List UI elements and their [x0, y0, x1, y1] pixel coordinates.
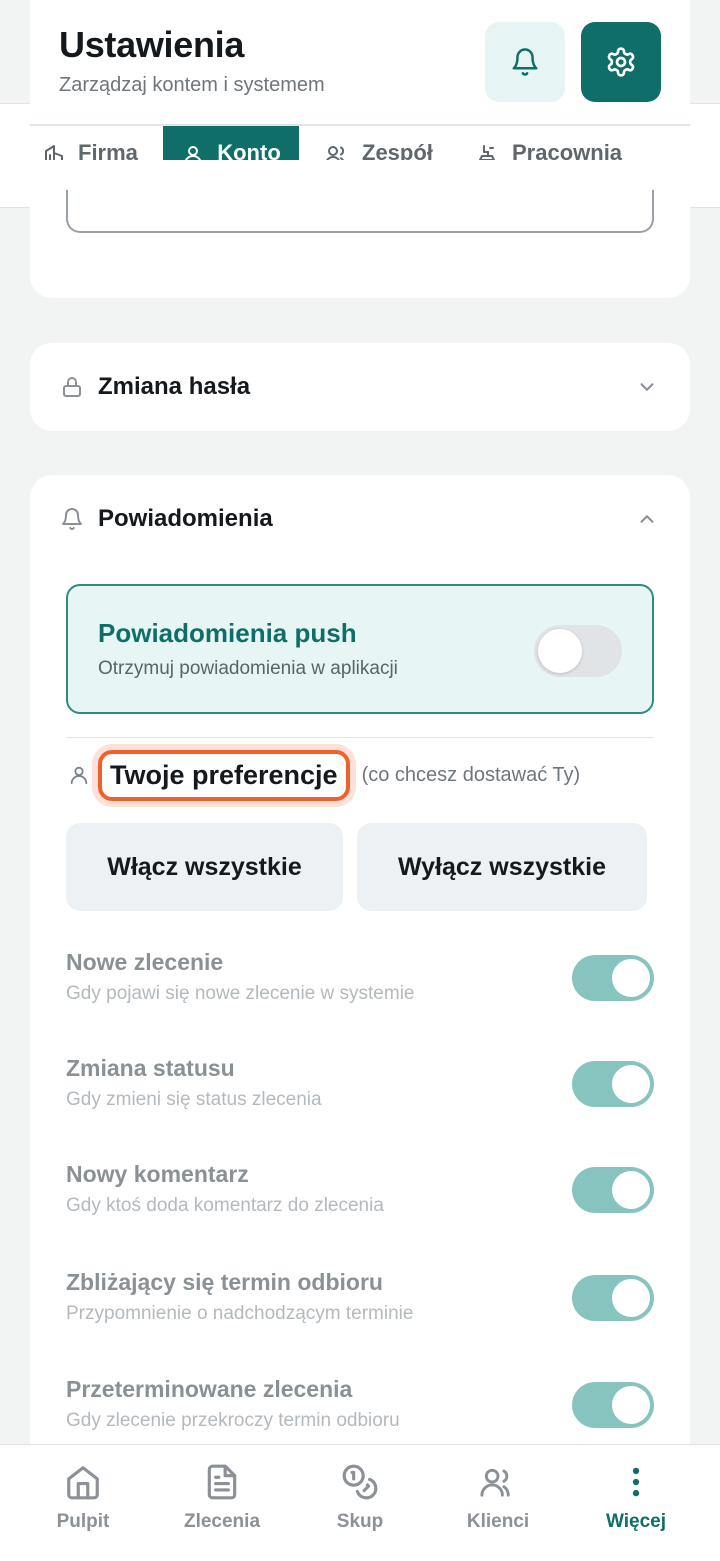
option-toggle[interactable]: [572, 1061, 654, 1107]
preferences-heading: Twoje preferencje (co chcesz dostawać Ty…: [68, 747, 580, 803]
chevron-up-icon[interactable]: [636, 508, 658, 530]
option-title: Nowy komentarz: [66, 1161, 249, 1187]
bell-icon: [512, 48, 538, 76]
nav-pulpit[interactable]: Pulpit: [14, 1445, 152, 1561]
notification-option: Przeterminowane zlecenia Gdy zlecenie pr…: [66, 1376, 654, 1446]
nav-wiecej[interactable]: Więcej: [567, 1445, 705, 1561]
notification-option: Nowe zlecenie Gdy pojawi się nowe zlecen…: [66, 949, 654, 1019]
enable-all-button[interactable]: Włącz wszystkie: [66, 823, 343, 911]
option-description: Gdy zmieni się status zlecenia: [66, 1089, 322, 1110]
page-header: Ustawienia Zarządzaj kontem i systemem: [30, 0, 690, 126]
divider: [66, 737, 654, 738]
notifications-section-header[interactable]: Powiadomienia: [60, 505, 273, 533]
push-notifications-box: Powiadomienia push Otrzymuj powiadomieni…: [66, 584, 654, 714]
notification-option: Zbliżający się termin odbioru Przypomnie…: [66, 1269, 654, 1339]
notifications-section-title: Powiadomienia: [98, 505, 273, 532]
option-toggle[interactable]: [572, 955, 654, 1001]
option-title: Zmiana statusu: [66, 1055, 235, 1081]
push-toggle[interactable]: [534, 625, 622, 677]
more-vertical-icon: [632, 1467, 640, 1497]
nav-skup[interactable]: Skup: [291, 1445, 429, 1561]
bottom-navigation: Pulpit Zlecenia Skup Klienci Więcej: [0, 1444, 720, 1561]
preferences-title: Twoje preferencje: [98, 749, 350, 801]
option-title: Zbliżający się termin odbioru: [66, 1269, 383, 1295]
account-input-field[interactable]: [66, 190, 654, 233]
lock-icon: [63, 377, 81, 397]
document-icon: [207, 1464, 237, 1500]
notifications-button[interactable]: [485, 22, 565, 102]
preferences-note: (co chcesz dostawać Ty): [361, 763, 581, 786]
settings-button[interactable]: [581, 22, 661, 102]
option-title: Przeterminowane zlecenia: [66, 1376, 353, 1402]
account-details-card: [30, 160, 690, 298]
coins-icon: [342, 1464, 378, 1500]
password-section-header: Zmiana hasła: [60, 373, 250, 401]
gear-icon: [607, 47, 635, 77]
push-title: Powiadomienia push: [98, 618, 357, 648]
disable-all-button[interactable]: Wyłącz wszystkie: [357, 823, 647, 911]
nav-zlecenia[interactable]: Zlecenia: [153, 1445, 291, 1561]
notification-option: Zmiana statusu Gdy zmieni się status zle…: [66, 1055, 654, 1125]
nav-label: Więcej: [605, 1511, 667, 1532]
nav-label: Skup: [336, 1511, 384, 1532]
page-title: Ustawienia: [59, 24, 245, 65]
users-icon: [480, 1468, 510, 1497]
page-subtitle: Zarządzaj kontem i systemem: [59, 74, 325, 96]
bell-icon: [62, 508, 82, 530]
nav-klienci[interactable]: Klienci: [429, 1445, 567, 1561]
user-icon: [70, 766, 88, 785]
password-section[interactable]: Zmiana hasła: [30, 343, 690, 431]
option-description: Gdy pojawi się nowe zlecenie w systemie: [66, 983, 415, 1004]
home-icon: [67, 1466, 99, 1500]
option-description: Gdy ktoś doda komentarz do zlecenia: [66, 1195, 384, 1216]
nav-label: Zlecenia: [183, 1511, 261, 1532]
option-description: Przypomnienie o nadchodzącym terminie: [66, 1303, 414, 1324]
push-subtitle: Otrzymuj powiadomienia w aplikacji: [98, 658, 398, 679]
option-toggle[interactable]: [572, 1275, 654, 1321]
notifications-section: Powiadomienia Powiadomienia push Otrzymu…: [30, 475, 690, 1475]
nav-label: Pulpit: [56, 1511, 110, 1532]
password-section-title: Zmiana hasła: [98, 373, 251, 400]
chevron-down-icon[interactable]: [636, 376, 658, 398]
option-toggle[interactable]: [572, 1167, 654, 1213]
option-description: Gdy zlecenie przekroczy termin odbioru: [66, 1410, 400, 1431]
nav-label: Klienci: [466, 1511, 530, 1532]
option-toggle[interactable]: [572, 1382, 654, 1428]
notification-option: Nowy komentarz Gdy ktoś doda komentarz d…: [66, 1161, 654, 1231]
option-title: Nowe zlecenie: [66, 949, 224, 975]
